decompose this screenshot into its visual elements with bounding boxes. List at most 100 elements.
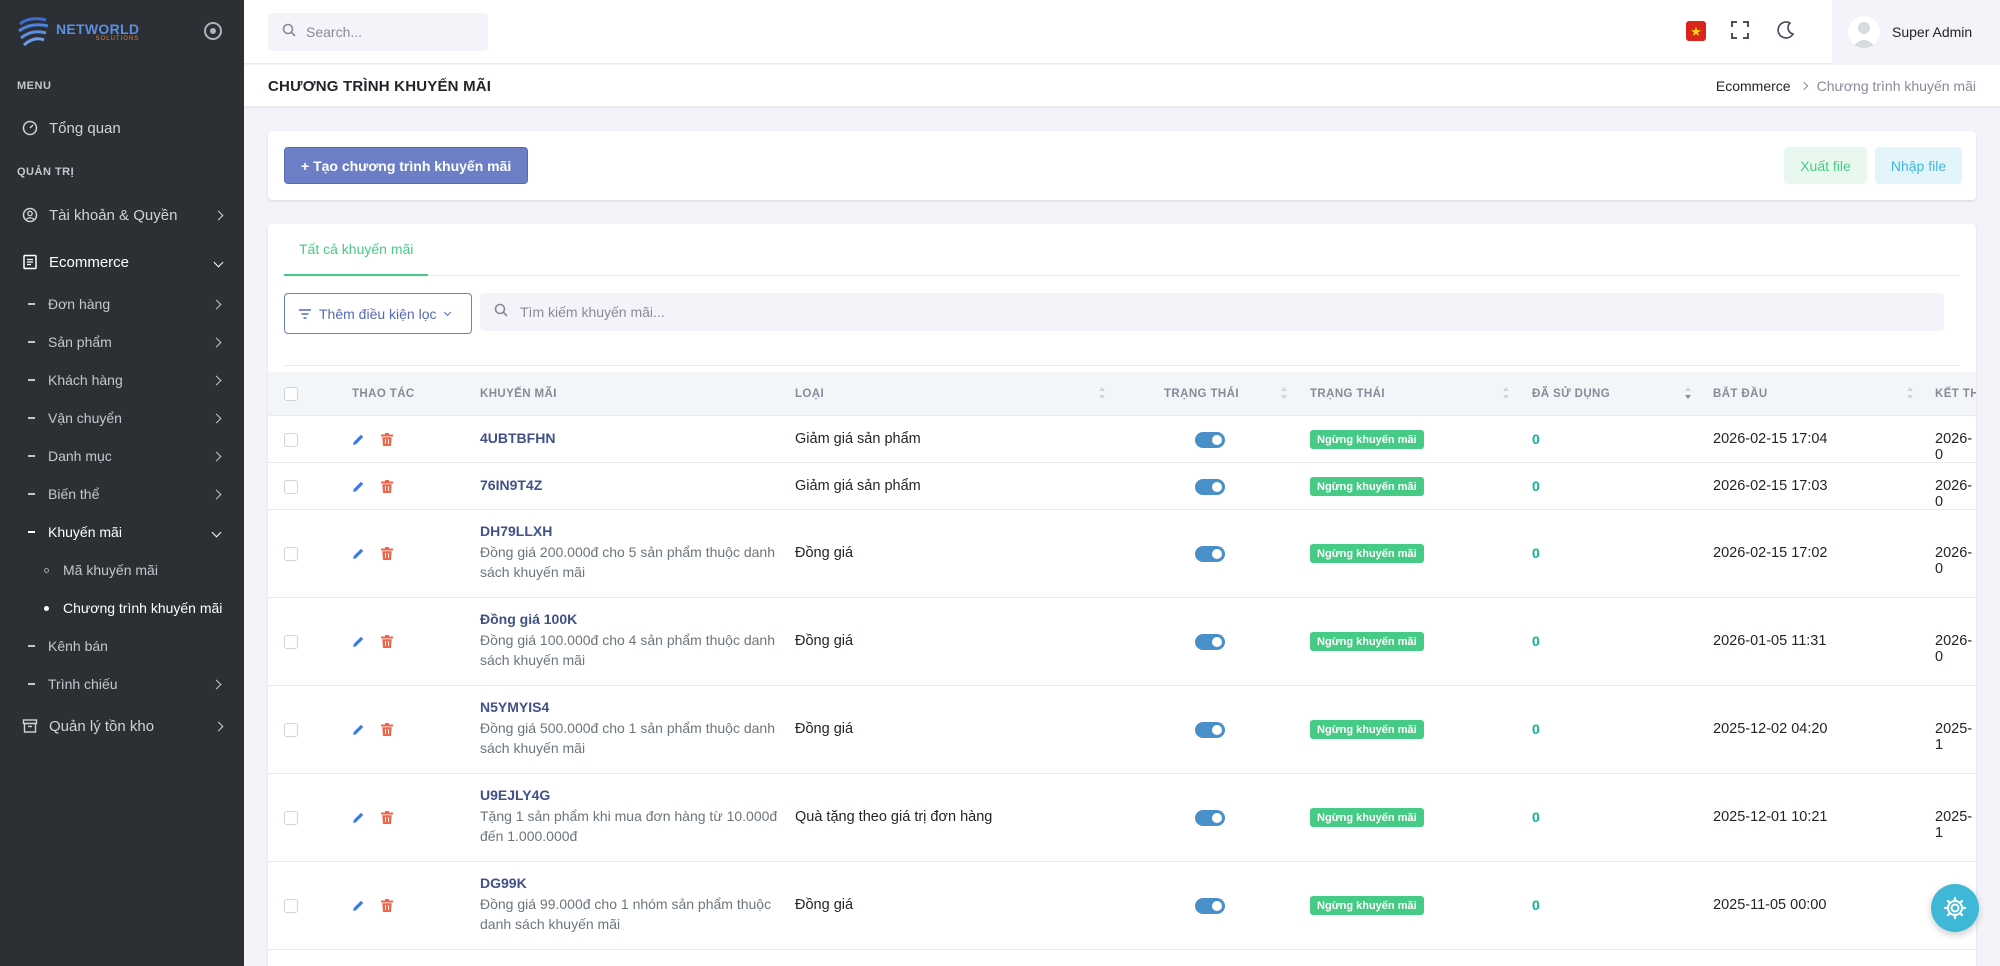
tab-all-promotions[interactable]: Tất cả khuyến mãi [284,224,429,276]
breadcrumb-item-ecommerce[interactable]: Ecommerce [1716,78,1791,94]
trash-icon[interactable] [381,433,393,451]
end-date: 2026-0 [1935,633,1973,665]
row-checkbox[interactable] [284,433,298,447]
chevron-down-icon [211,527,222,537]
fullscreen-icon[interactable] [1730,20,1750,45]
sidebar-item-overview[interactable]: Tổng quan [0,118,244,138]
export-file-button[interactable]: Xuất file [1784,147,1867,184]
used-count: 0 [1532,721,1540,737]
sort-icon[interactable] [1502,386,1510,402]
dark-mode-icon[interactable] [1776,20,1796,45]
sidebar-item-shipping[interactable]: Vận chuyển [0,408,244,428]
toolbar-card: + Tạo chương trình khuyến mãi Xuất file … [268,131,1976,200]
sidebar-item-label: Quản lý tồn kho [49,717,155,735]
col-status[interactable]: TRẠNG THÁI [1310,372,1385,416]
sidebar-item-promotions[interactable]: Khuyến mãi [0,522,244,542]
trash-icon[interactable] [381,635,393,653]
sidebar: NETWORLD SOLUTIONS MENU Tổng quan QUẢN T… [0,0,244,966]
sort-icon[interactable] [1098,386,1106,402]
row-checkbox[interactable] [284,635,298,649]
col-start[interactable]: BẮT ĐẦU [1713,372,1768,416]
row-checkbox[interactable] [284,547,298,561]
sidebar-item-categories[interactable]: Danh mục [0,446,244,466]
chevron-down-icon [443,308,451,316]
user-menu[interactable]: Super Admin [1832,0,2000,64]
promotion-code-link[interactable]: DG99K [480,875,780,891]
promotion-code-link[interactable]: 4UBTBFHN [480,430,555,446]
sidebar-item-label: Chương trình khuyến mãi [63,600,223,616]
promotions-card: Tất cả khuyến mãi Thêm điều kiện lọc THA… [268,224,1976,966]
sidebar-item-promo-codes[interactable]: Mã khuyến mãi [0,560,244,580]
promotion-search[interactable] [480,293,1944,331]
status-toggle[interactable] [1195,634,1225,650]
menu-section-title: MENU [17,80,52,92]
row-checkbox[interactable] [284,480,298,494]
sort-icon[interactable] [1684,386,1692,402]
user-name: Super Admin [1892,24,1973,40]
create-promotion-button[interactable]: + Tạo chương trình khuyến mãi [284,147,529,184]
settings-fab[interactable] [1931,884,1979,932]
select-all-checkbox[interactable] [284,387,298,401]
trash-icon[interactable] [381,811,393,829]
sidebar-item-variants[interactable]: Biến thể [0,484,244,504]
status-badge: Ngừng khuyến mãi [1310,430,1424,449]
sidebar-item-orders[interactable]: Đơn hàng [0,294,244,314]
chevron-right-icon [211,679,222,689]
start-date: 2026-01-05 11:31 [1713,633,1827,649]
edit-icon[interactable] [352,433,365,451]
logo[interactable]: NETWORLD SOLUTIONS [0,0,244,64]
trash-icon[interactable] [381,723,393,741]
promotion-search-input[interactable] [520,304,1120,320]
trash-icon[interactable] [381,547,393,565]
dashboard-icon [22,120,38,136]
row-checkbox[interactable] [284,899,298,913]
status-toggle[interactable] [1195,546,1225,562]
status-toggle[interactable] [1195,898,1225,914]
edit-icon[interactable] [352,723,365,741]
sidebar-item-ecommerce[interactable]: Ecommerce [0,252,244,272]
vietnam-flag-icon[interactable]: ★ [1686,21,1706,41]
sidebar-item-products[interactable]: Sản phẩm [0,332,244,352]
edit-icon[interactable] [352,480,365,498]
sidebar-toggle-icon[interactable] [204,22,222,40]
edit-icon[interactable] [352,899,365,917]
promotion-code-link[interactable]: 76IN9T4Z [480,477,542,493]
sort-icon[interactable] [1280,386,1288,402]
promotion-code-link[interactable]: DH79LLXH [480,523,780,539]
sidebar-item-customers[interactable]: Khách hàng [0,370,244,390]
sidebar-item-channels[interactable]: Kênh bán [0,636,244,656]
chevron-down-icon [213,257,224,267]
promotion-code-link[interactable]: Đồng giá 100K [480,611,780,627]
sort-icon[interactable] [1906,386,1914,402]
import-file-button[interactable]: Nhập file [1875,147,1962,184]
sidebar-item-label: Trình chiếu [48,676,118,692]
promotion-code-link[interactable]: U9EJLY4G [480,787,780,803]
status-toggle[interactable] [1195,810,1225,826]
edit-icon[interactable] [352,635,365,653]
trash-icon[interactable] [381,480,393,498]
status-badge: Ngừng khuyến mãi [1310,632,1424,651]
edit-icon[interactable] [352,547,365,565]
promotion-code-link[interactable]: N5YMYIS4 [480,699,780,715]
col-used[interactable]: ĐÃ SỬ DỤNG [1532,372,1610,416]
sidebar-item-inventory[interactable]: Quản lý tồn kho [0,716,244,736]
trash-icon[interactable] [381,899,393,917]
col-status-toggle[interactable]: TRẠNG THÁI [1164,372,1239,416]
status-toggle[interactable] [1195,432,1225,448]
edit-icon[interactable] [352,811,365,829]
status-toggle[interactable] [1195,722,1225,738]
status-badge: Ngừng khuyến mãi [1310,720,1424,739]
status-badge: Ngừng khuyến mãi [1310,477,1424,496]
sidebar-item-slideshow[interactable]: Trình chiếu [0,674,244,694]
gear-icon [1943,896,1967,920]
row-checkbox[interactable] [284,723,298,737]
add-filter-button[interactable]: Thêm điều kiện lọc [284,293,472,334]
status-toggle[interactable] [1195,479,1225,495]
sidebar-item-promo-programs[interactable]: Chương trình khuyến mãi [0,598,244,618]
row-checkbox[interactable] [284,811,298,825]
search-input[interactable] [306,24,466,40]
global-search[interactable] [268,13,488,51]
col-end[interactable]: KẾT TH [1935,372,1976,416]
sidebar-item-accounts[interactable]: Tài khoản & Quyền [0,205,244,225]
col-type[interactable]: LOẠI [795,372,824,416]
